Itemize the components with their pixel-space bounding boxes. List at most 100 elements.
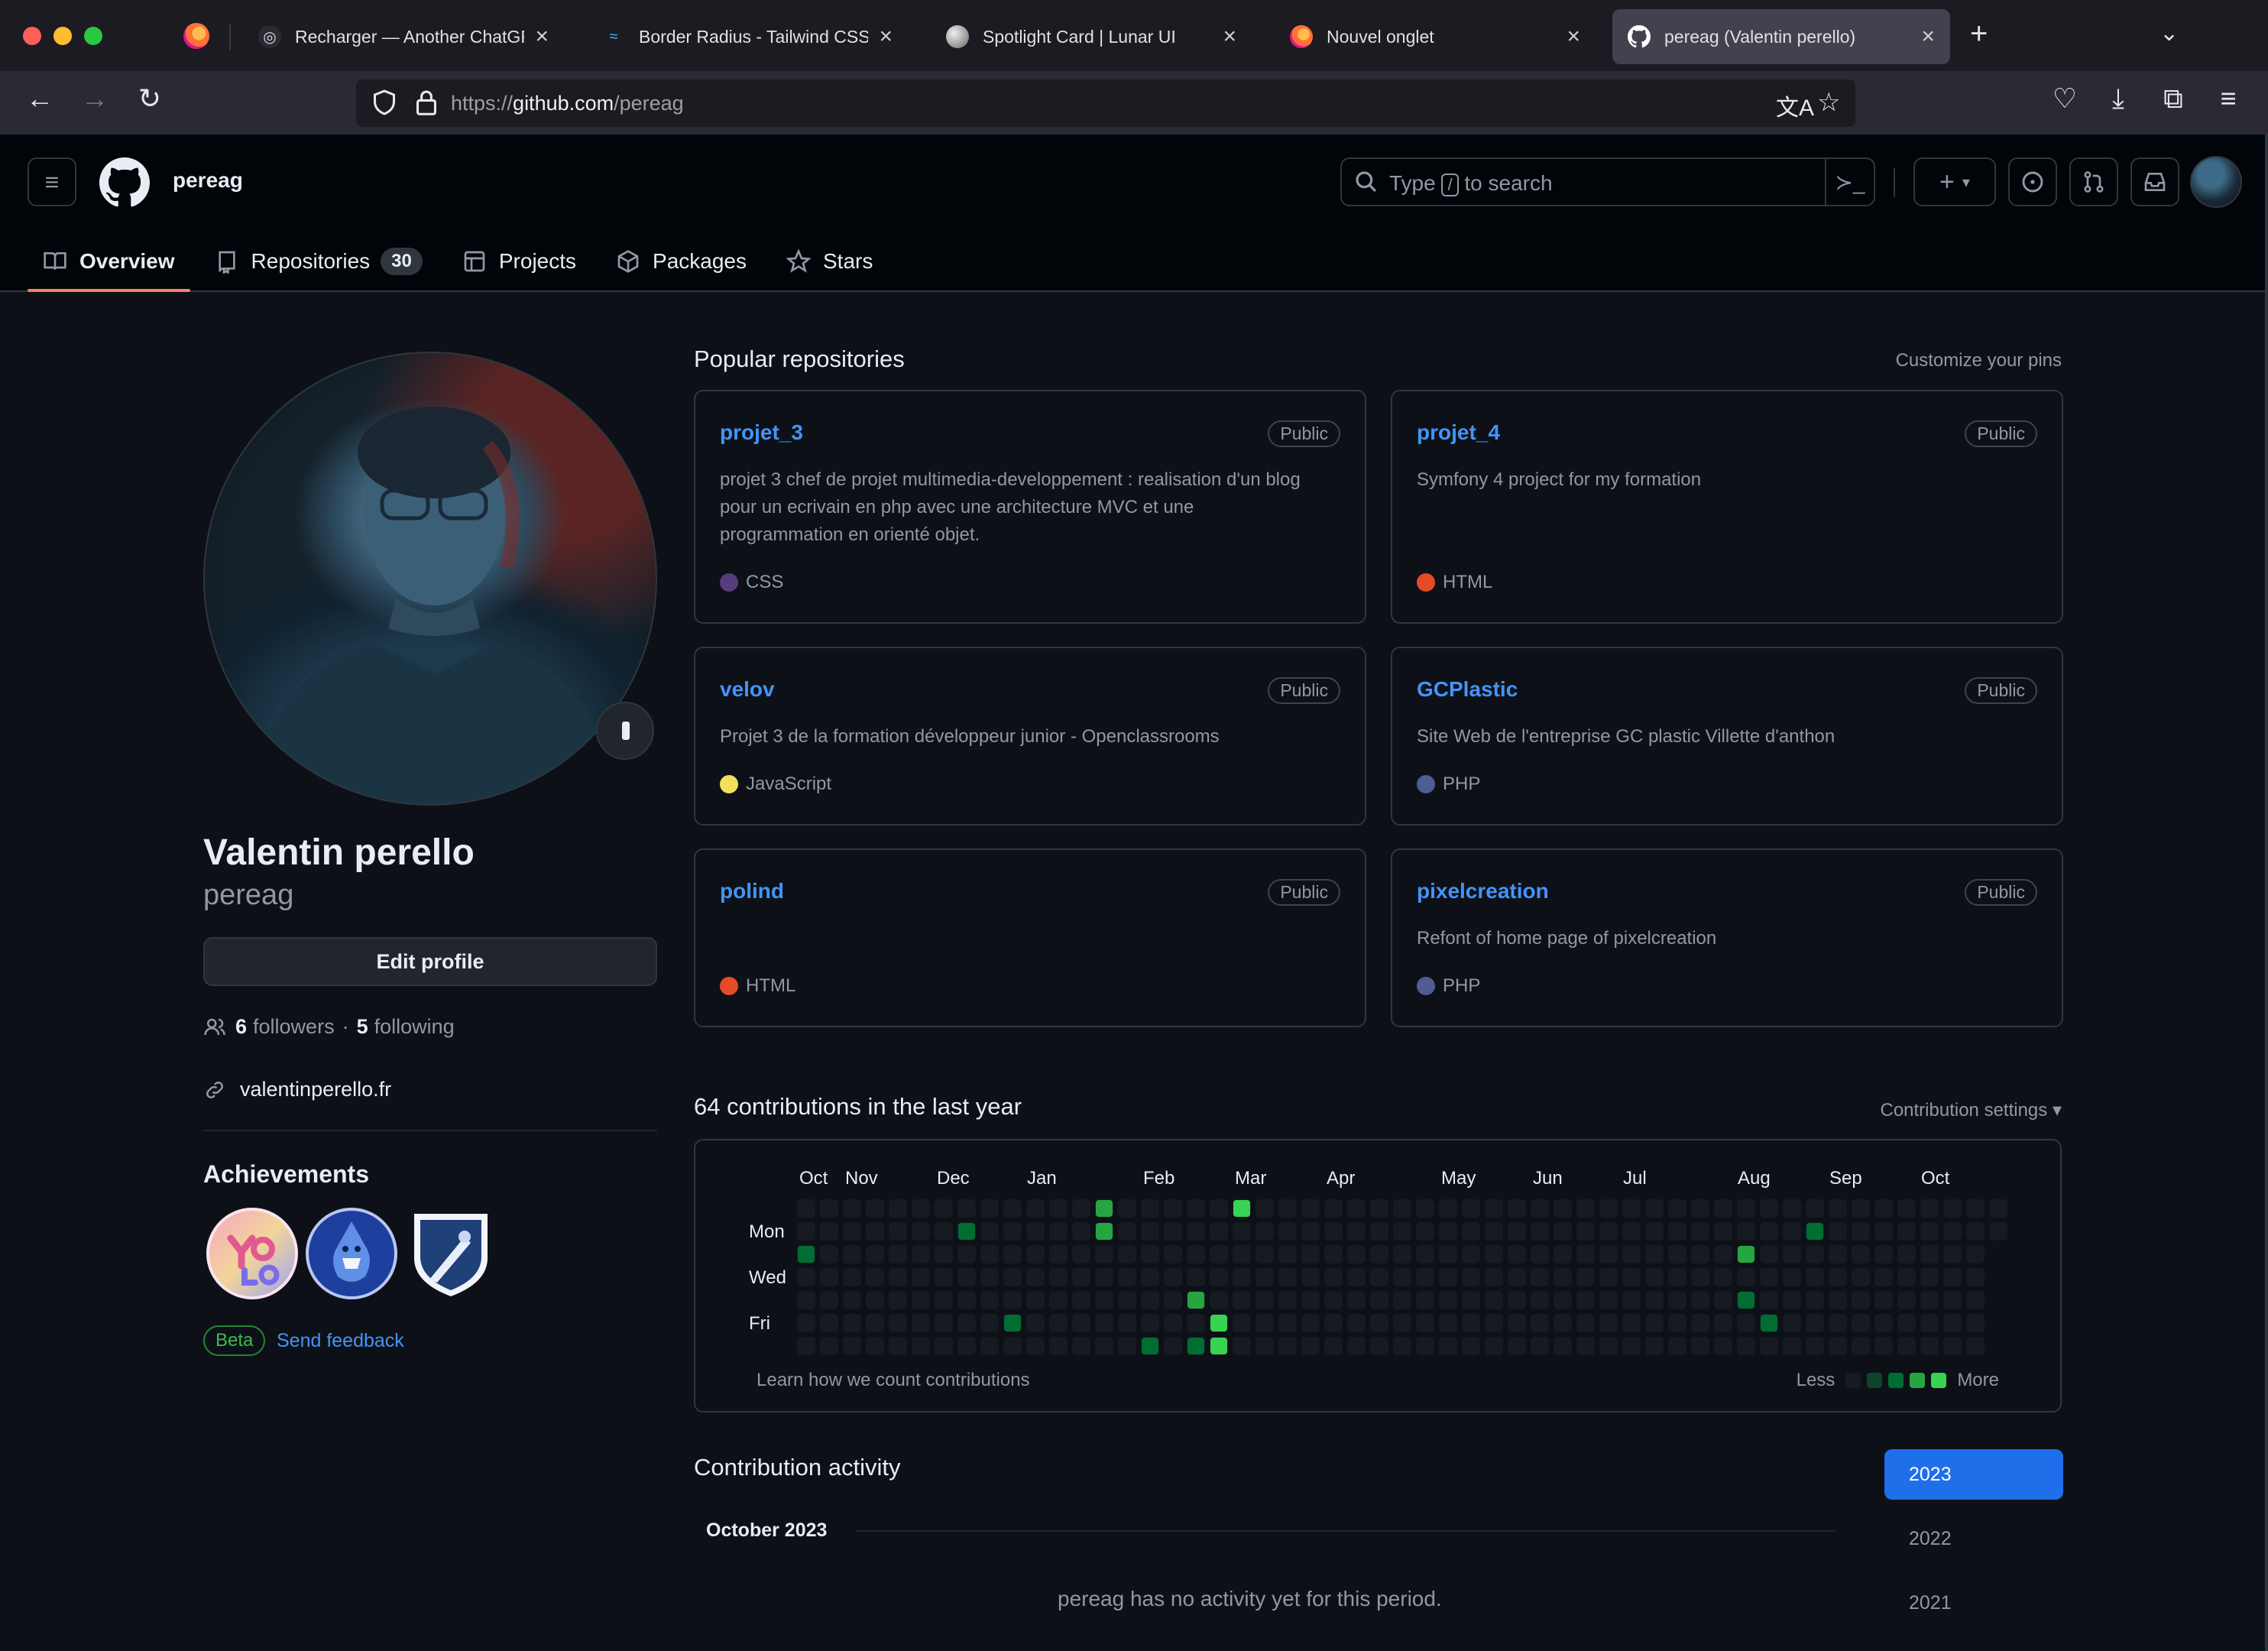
contribution-day-cell[interactable] <box>1003 1314 1022 1332</box>
contribution-day-cell[interactable] <box>797 1199 815 1218</box>
tracking-protection-shield-icon[interactable] <box>373 89 396 116</box>
contribution-day-cell[interactable] <box>1622 1199 1641 1218</box>
close-window-button[interactable] <box>23 27 41 45</box>
contribution-day-cell[interactable] <box>1233 1268 1251 1286</box>
contribution-day-cell[interactable] <box>1920 1314 1939 1332</box>
command-palette-icon[interactable]: ≻_ <box>1825 159 1874 205</box>
contribution-day-cell[interactable] <box>1439 1291 1457 1309</box>
contribution-day-cell[interactable] <box>1645 1222 1664 1241</box>
contribution-day-cell[interactable] <box>1554 1268 1572 1286</box>
contribution-day-cell[interactable] <box>1943 1314 1962 1332</box>
contribution-day-cell[interactable] <box>1668 1268 1686 1286</box>
browser-tab-new[interactable]: Nouvel onglet × <box>1275 9 1596 64</box>
contribution-day-cell[interactable] <box>820 1268 838 1286</box>
extensions-puzzle-icon[interactable]: ⧉ <box>2153 83 2193 115</box>
contribution-day-cell[interactable] <box>1576 1291 1595 1309</box>
contribution-day-cell[interactable] <box>1897 1268 1916 1286</box>
contribution-day-cell[interactable] <box>1026 1291 1045 1309</box>
contribution-day-cell[interactable] <box>889 1314 907 1332</box>
contribution-day-cell[interactable] <box>935 1245 953 1263</box>
contribution-day-cell[interactable] <box>797 1314 815 1332</box>
close-tab-icon[interactable]: × <box>879 24 893 50</box>
contribution-day-cell[interactable] <box>1118 1245 1136 1263</box>
contribution-day-cell[interactable] <box>1622 1291 1641 1309</box>
contribution-day-cell[interactable] <box>957 1314 976 1332</box>
year-2023-button[interactable]: 2023 <box>1884 1449 2063 1500</box>
contribution-day-cell[interactable] <box>1324 1245 1343 1263</box>
contribution-day-cell[interactable] <box>1737 1199 1755 1218</box>
contribution-day-cell[interactable] <box>889 1222 907 1241</box>
contribution-day-cell[interactable] <box>912 1245 930 1263</box>
contribution-day-cell[interactable] <box>1256 1337 1274 1355</box>
contribution-day-cell[interactable] <box>1187 1314 1205 1332</box>
contribution-day-cell[interactable] <box>1760 1337 1778 1355</box>
contribution-day-cell[interactable] <box>843 1314 861 1332</box>
contribution-day-cell[interactable] <box>1393 1222 1411 1241</box>
contribution-day-cell[interactable] <box>1806 1268 1824 1286</box>
contribution-day-cell[interactable] <box>1760 1199 1778 1218</box>
contribution-day-cell[interactable] <box>843 1337 861 1355</box>
contribution-day-cell[interactable] <box>1508 1268 1526 1286</box>
contribution-day-cell[interactable] <box>1554 1337 1572 1355</box>
website-link[interactable]: valentinperello.fr <box>240 1078 391 1101</box>
contribution-day-cell[interactable] <box>1026 1199 1045 1218</box>
contribution-day-cell[interactable] <box>957 1222 976 1241</box>
search-input[interactable]: Type / to search ≻_ <box>1340 157 1875 206</box>
contribution-day-cell[interactable] <box>1783 1291 1801 1309</box>
contribution-day-cell[interactable] <box>1852 1222 1870 1241</box>
contribution-day-cell[interactable] <box>1599 1222 1618 1241</box>
contribution-day-cell[interactable] <box>797 1268 815 1286</box>
contribution-day-cell[interactable] <box>1026 1222 1045 1241</box>
contribution-day-cell[interactable] <box>912 1222 930 1241</box>
contribution-day-cell[interactable] <box>1691 1337 1709 1355</box>
status-emoji-button[interactable] <box>596 702 654 760</box>
contribution-day-cell[interactable] <box>1852 1268 1870 1286</box>
list-all-tabs-chevron-icon[interactable]: ⌄ <box>2159 20 2179 47</box>
pull-requests-icon[interactable] <box>2069 157 2118 206</box>
contribution-day-cell[interactable] <box>1256 1314 1274 1332</box>
repo-name-link[interactable]: projet_3 <box>720 420 803 445</box>
browser-tab-chatgpt[interactable]: ◎ Recharger — Another ChatGPT × <box>243 9 564 64</box>
contribution-day-cell[interactable] <box>1622 1314 1641 1332</box>
contribution-day-cell[interactable] <box>1233 1337 1251 1355</box>
contribution-day-cell[interactable] <box>1393 1199 1411 1218</box>
contribution-day-cell[interactable] <box>866 1314 884 1332</box>
forward-arrow-icon[interactable]: → <box>75 83 115 115</box>
contribution-day-cell[interactable] <box>1003 1222 1022 1241</box>
contribution-day-cell[interactable] <box>935 1222 953 1241</box>
contribution-day-cell[interactable] <box>1668 1245 1686 1263</box>
contribution-day-cell[interactable] <box>1072 1245 1090 1263</box>
create-new-button[interactable]: + ▾ <box>1913 157 1996 206</box>
contribution-day-cell[interactable] <box>1645 1199 1664 1218</box>
contribution-day-cell[interactable] <box>912 1199 930 1218</box>
contribution-settings-dropdown[interactable]: Contribution settings ▾ <box>1880 1099 2062 1121</box>
contribution-day-cell[interactable] <box>1416 1337 1434 1355</box>
contribution-day-cell[interactable] <box>1210 1222 1228 1241</box>
contribution-day-cell[interactable] <box>1966 1314 1985 1332</box>
contribution-day-cell[interactable] <box>1187 1337 1205 1355</box>
contribution-day-cell[interactable] <box>1852 1245 1870 1263</box>
contribution-day-cell[interactable] <box>1026 1245 1045 1263</box>
contribution-day-cell[interactable] <box>1072 1222 1090 1241</box>
contribution-day-cell[interactable] <box>1645 1245 1664 1263</box>
contribution-day-cell[interactable] <box>1599 1337 1618 1355</box>
contribution-day-cell[interactable] <box>1256 1199 1274 1218</box>
contribution-day-cell[interactable] <box>1576 1314 1595 1332</box>
contribution-day-cell[interactable] <box>1943 1245 1962 1263</box>
contribution-day-cell[interactable] <box>1783 1245 1801 1263</box>
contribution-day-cell[interactable] <box>1439 1199 1457 1218</box>
contribution-day-cell[interactable] <box>1554 1199 1572 1218</box>
contribution-day-cell[interactable] <box>1095 1337 1113 1355</box>
contribution-day-cell[interactable] <box>1256 1245 1274 1263</box>
contribution-day-cell[interactable] <box>1301 1222 1320 1241</box>
close-tab-icon[interactable]: × <box>1567 24 1580 50</box>
contribution-day-cell[interactable] <box>1599 1291 1618 1309</box>
contribution-day-cell[interactable] <box>1210 1268 1228 1286</box>
tab-overview[interactable]: Overview <box>28 240 190 292</box>
contribution-day-cell[interactable] <box>1691 1222 1709 1241</box>
contribution-day-cell[interactable] <box>1370 1222 1388 1241</box>
contribution-day-cell[interactable] <box>1301 1245 1320 1263</box>
contribution-day-cell[interactable] <box>1118 1268 1136 1286</box>
tab-packages[interactable]: Packages <box>601 240 762 283</box>
year-2022-button[interactable]: 2022 <box>1884 1513 2063 1564</box>
